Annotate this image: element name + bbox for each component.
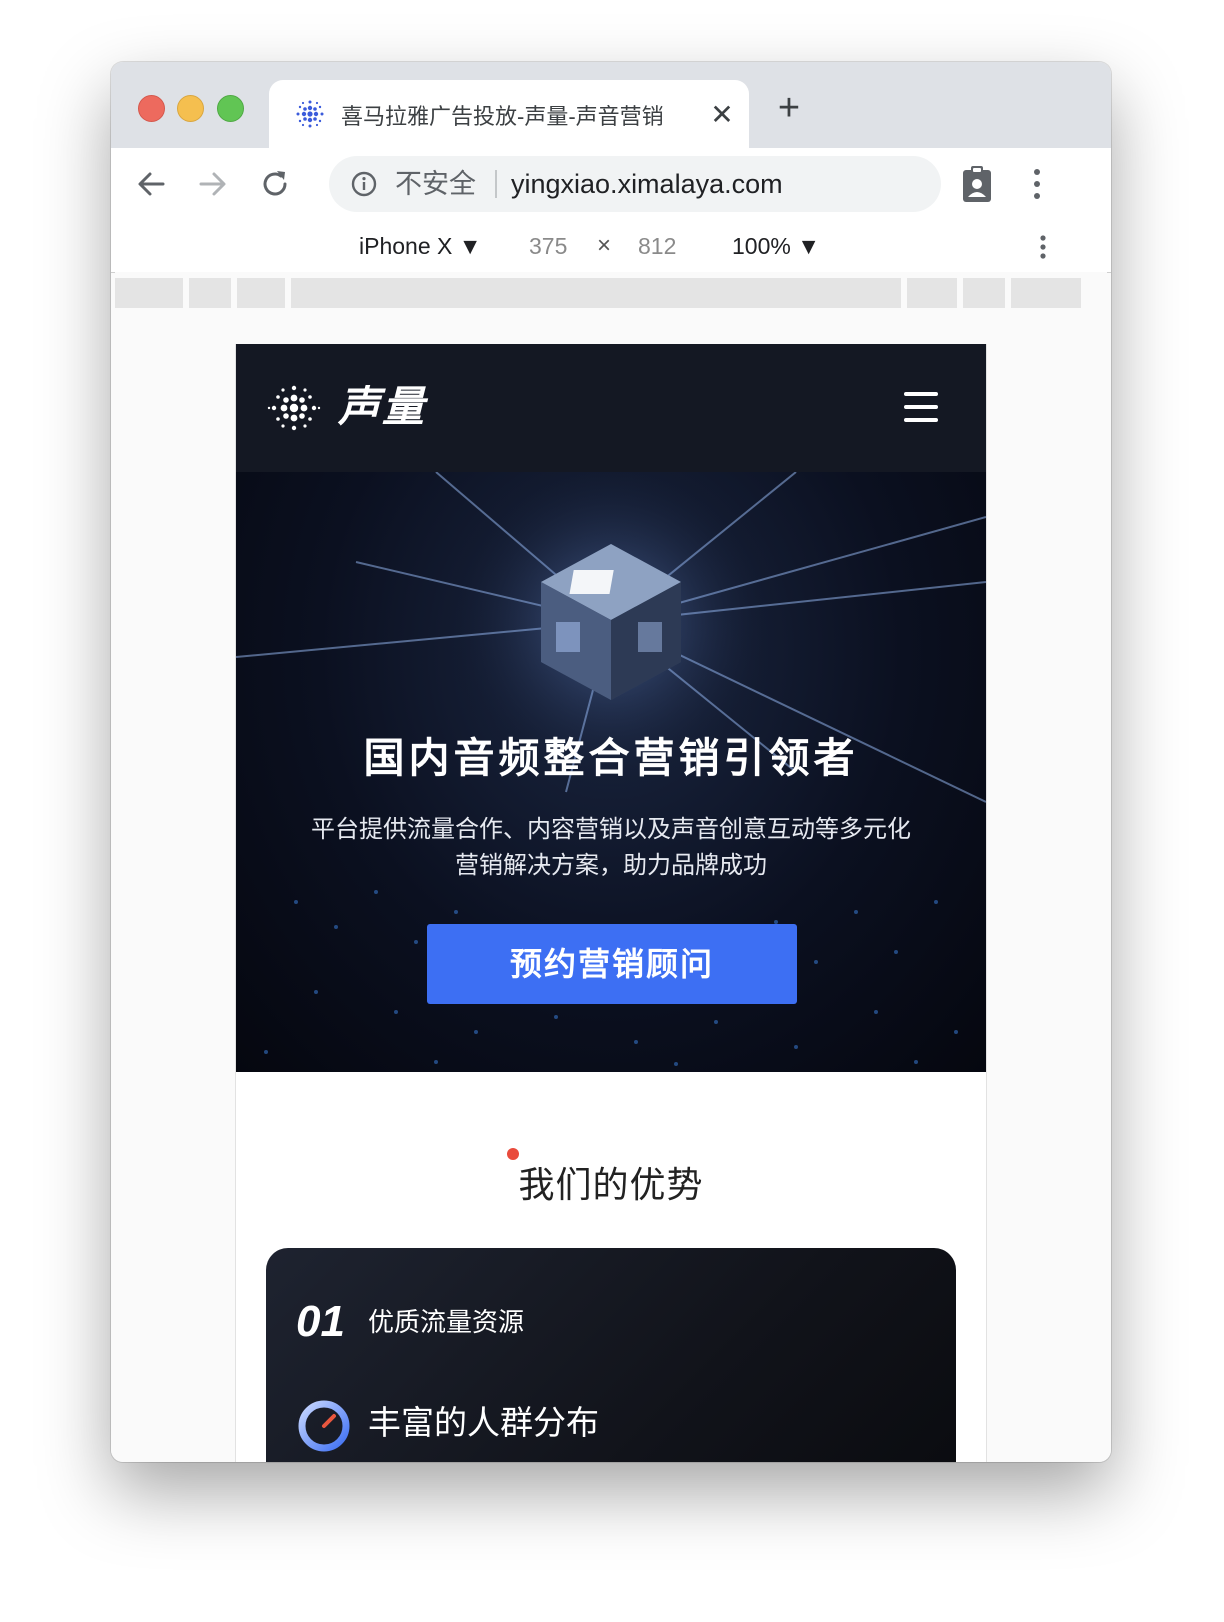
- viewport-height-input[interactable]: 812: [638, 220, 676, 272]
- media-query-segment[interactable]: [907, 278, 957, 308]
- zoom-select[interactable]: 100% ▼: [732, 220, 820, 272]
- address-bar[interactable]: 不安全 yingxiao.ximalaya.com: [329, 156, 941, 212]
- hamburger-menu-icon[interactable]: [904, 392, 938, 422]
- book-consultant-button[interactable]: 预约营销顾问: [427, 924, 797, 1004]
- dimension-separator: ×: [597, 232, 612, 259]
- media-query-segment[interactable]: [291, 278, 901, 308]
- device-toolbar: iPhone X ▼ 375 × 812 100% ▼: [111, 220, 1111, 273]
- site-header: 声量: [236, 344, 986, 472]
- tab-close-icon[interactable]: ✕: [709, 101, 735, 129]
- tab-title: 喜马拉雅广告投放-声量-声音营销: [341, 104, 664, 129]
- device-select[interactable]: iPhone X ▼: [359, 220, 482, 272]
- back-icon[interactable]: [133, 166, 169, 202]
- media-query-segment[interactable]: [1011, 278, 1081, 308]
- url-text[interactable]: yingxiao.ximalaya.com: [511, 156, 783, 212]
- brand-logo-icon[interactable]: [266, 380, 322, 436]
- hero-title: 国内音频整合营销引领者: [363, 735, 859, 781]
- advantages-section-title: 我们的优势: [518, 1164, 704, 1205]
- tab-strip: 喜马拉雅广告投放-声量-声音营销 ✕ +: [111, 62, 1111, 150]
- browser-toolbar: 不安全 yingxiao.ximalaya.com: [111, 148, 1111, 221]
- info-icon[interactable]: [351, 171, 377, 197]
- mobile-page: 声量 国内音频整合营销引领者 平台提供流量合作、内容营销以及声音创意互动等多元化…: [235, 344, 987, 1462]
- security-label: 不安全: [395, 169, 476, 199]
- clipboard-user-icon[interactable]: [961, 164, 993, 204]
- viewport-width-input[interactable]: 375: [529, 220, 567, 272]
- advantage-number: 01: [296, 1297, 345, 1346]
- media-query-segment[interactable]: [189, 278, 231, 308]
- media-query-segment[interactable]: [115, 278, 183, 308]
- brand-name[interactable]: 声量: [338, 374, 426, 440]
- forward-icon[interactable]: [195, 166, 231, 202]
- reload-icon[interactable]: [257, 166, 293, 202]
- media-query-segment[interactable]: [237, 278, 285, 308]
- hero-subtitle: 平台提供流量合作、内容营销以及声音创意互动等多元化营销解决方案，助力品牌成功: [311, 816, 911, 879]
- device-more-icon[interactable]: [1037, 234, 1049, 260]
- media-query-bar: [115, 272, 1107, 308]
- maximize-window-button[interactable]: [217, 95, 244, 122]
- advantage-label: 优质流量资源: [368, 1307, 525, 1337]
- hero-banner: 国内音频整合营销引领者 平台提供流量合作、内容营销以及声音创意互动等多元化营销解…: [236, 472, 986, 1072]
- new-tab-button[interactable]: +: [771, 89, 807, 127]
- browser-menu-icon[interactable]: [1031, 166, 1043, 202]
- favicon-icon: [296, 100, 324, 128]
- browser-tab[interactable]: 喜马拉雅广告投放-声量-声音营销 ✕: [269, 80, 749, 150]
- browser-window: 喜马拉雅广告投放-声量-声音营销 ✕ + 不安全 yingxiao.ximala…: [111, 62, 1111, 1462]
- device-viewport-area: 声量 国内音频整合营销引领者 平台提供流量合作、内容营销以及声音创意互动等多元化…: [111, 308, 1111, 1462]
- close-window-button[interactable]: [138, 95, 165, 122]
- omnibox-divider: [495, 170, 497, 198]
- advantages-card: 01 优质流量资源 丰富的人群分布: [266, 1248, 956, 1462]
- audience-gauge-icon: [298, 1400, 350, 1452]
- advantage-label: 丰富的人群分布: [368, 1404, 599, 1441]
- minimize-window-button[interactable]: [177, 95, 204, 122]
- media-query-segment[interactable]: [963, 278, 1005, 308]
